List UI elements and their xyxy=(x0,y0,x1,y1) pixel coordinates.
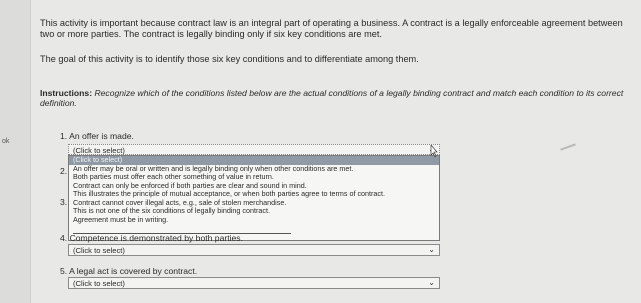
instructions-paragraph: Instructions: Recognize which of the con… xyxy=(40,88,624,108)
question-4: 4. Competence is demonstrated by both pa… xyxy=(60,233,243,243)
question-5: 5. A legal act is covered by contract. xyxy=(60,266,197,276)
question-2-number: 2. xyxy=(60,166,68,176)
question-4-number: 4. xyxy=(60,233,68,243)
chevron-down-icon: ⌄ xyxy=(428,245,435,254)
question-1-dropdown-list[interactable]: (Click to select) An offer may be oral o… xyxy=(68,155,440,241)
question-1-number: 1. xyxy=(60,131,68,141)
dropdown-overlap-line xyxy=(73,233,291,234)
intro-paragraph: This activity is important because contr… xyxy=(40,18,623,39)
dropdown-option[interactable]: Agreement must be in writing. xyxy=(69,215,439,225)
left-panel-label: ok xyxy=(2,138,10,145)
chevron-down-icon: ⌄ xyxy=(428,278,435,287)
question-1-text: An offer is made. xyxy=(69,131,134,141)
question-5-select[interactable]: (Click to select) ⌄ xyxy=(68,277,440,289)
left-panel-edge: ok xyxy=(0,0,31,303)
question-1-select[interactable]: (Click to select) ⌄ xyxy=(68,144,440,155)
question-4-text: Competence is demonstrated by both parti… xyxy=(69,233,243,243)
instructions-label: Instructions xyxy=(40,88,90,98)
activity-page: ok This activity is important because co… xyxy=(0,0,641,303)
question-4-select[interactable]: (Click to select) ⌄ xyxy=(68,244,440,256)
instructions-text: Recognize which of the conditions listed… xyxy=(40,88,624,108)
question-1-select-value: (Click to select) xyxy=(73,146,125,155)
question-5-text: A legal act is covered by contract. xyxy=(69,266,198,276)
question-4-select-value: (Click to select) xyxy=(73,246,125,255)
question-1: 1. An offer is made. xyxy=(60,131,134,141)
mouse-cursor-icon xyxy=(430,145,438,157)
question-3-number: 3. xyxy=(60,197,68,207)
stray-mark xyxy=(560,143,576,151)
question-5-number: 5. xyxy=(60,266,68,276)
question-5-select-value: (Click to select) xyxy=(73,279,125,288)
goal-paragraph: The goal of this activity is to identify… xyxy=(40,54,419,64)
